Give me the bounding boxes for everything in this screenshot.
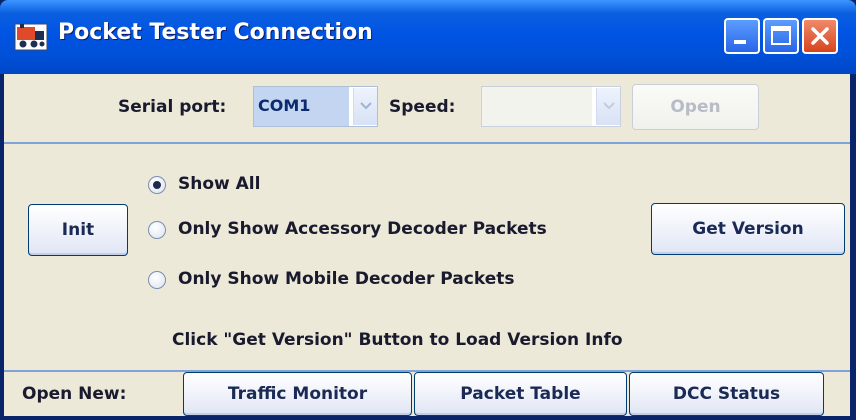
close-button[interactable] bbox=[802, 18, 838, 54]
radio-mobile-packets[interactable] bbox=[148, 271, 166, 289]
speed-value bbox=[482, 87, 592, 126]
chevron-down-icon bbox=[360, 102, 372, 110]
serial-port-dropdown-button[interactable] bbox=[353, 88, 377, 125]
traffic-monitor-button[interactable]: Traffic Monitor bbox=[183, 372, 412, 416]
speed-dropdown-button[interactable] bbox=[596, 88, 620, 125]
app-window: Pocket Tester Connection Serial port: CO… bbox=[0, 0, 856, 420]
radio-selected-dot bbox=[153, 181, 161, 189]
close-icon bbox=[811, 27, 829, 45]
speed-label: Speed: bbox=[389, 97, 456, 117]
radio-show-all[interactable] bbox=[148, 176, 166, 194]
open-new-label: Open New: bbox=[22, 384, 127, 404]
init-button[interactable]: Init bbox=[28, 204, 128, 256]
serial-port-select[interactable]: COM1 bbox=[253, 86, 378, 127]
serial-port-value: COM1 bbox=[254, 87, 349, 126]
radio-show-all-label[interactable]: Show All bbox=[178, 174, 260, 194]
radio-accessory-packets-label[interactable]: Only Show Accessory Decoder Packets bbox=[178, 219, 547, 239]
maximize-icon bbox=[771, 26, 791, 45]
maximize-button[interactable] bbox=[763, 18, 799, 54]
title-bar[interactable]: Pocket Tester Connection bbox=[0, 0, 856, 74]
get-version-button[interactable]: Get Version bbox=[651, 203, 845, 255]
speed-select[interactable] bbox=[481, 86, 621, 127]
window-title: Pocket Tester Connection bbox=[58, 20, 373, 45]
section-divider bbox=[4, 142, 850, 144]
radio-mobile-packets-label[interactable]: Only Show Mobile Decoder Packets bbox=[178, 269, 514, 289]
minimize-icon bbox=[734, 40, 746, 44]
locomotive-icon bbox=[14, 23, 48, 51]
version-status-message: Click "Get Version" Button to Load Versi… bbox=[172, 330, 623, 350]
serial-port-label: Serial port: bbox=[118, 97, 227, 117]
radio-accessory-packets[interactable] bbox=[148, 221, 166, 239]
open-button[interactable]: Open bbox=[632, 84, 759, 130]
chevron-down-icon bbox=[603, 102, 615, 110]
packet-table-button[interactable]: Packet Table bbox=[414, 372, 627, 416]
minimize-button[interactable] bbox=[724, 18, 760, 54]
dcc-status-button[interactable]: DCC Status bbox=[629, 372, 824, 416]
